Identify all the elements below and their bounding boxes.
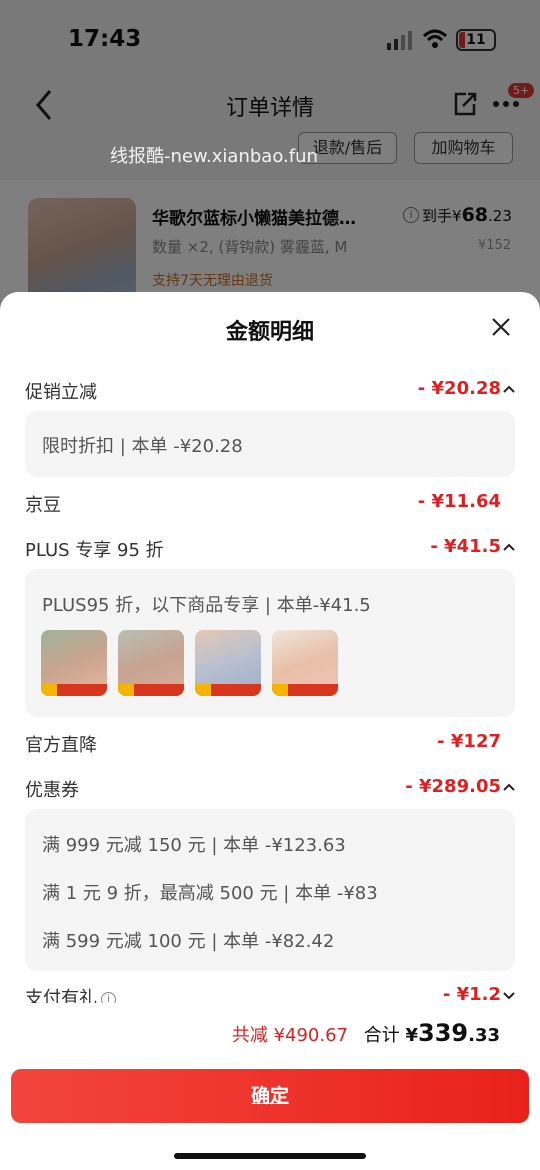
line-coupon-amount: - ¥289.05 [405,776,501,797]
line-plus-label: PLUS 专享 95 折 [25,540,164,561]
sheet-title: 金额明细 [225,320,314,345]
line-coupon-label: 优惠券 [25,780,79,801]
sum-amount: ¥339.33 [405,1019,500,1047]
coupon-detail-3: 满 599 元减 100 元 | 本单 -¥82.42 [42,931,335,952]
footer-total: 共减 ¥490.67 合计 ¥339.33 [232,1019,500,1047]
confirm-button[interactable]: 确定 [11,1069,529,1123]
coupon-detail-2: 满 1 元 9 折，最高减 500 元 | 本单 -¥83 [42,883,378,904]
chevron-up-icon[interactable] [503,542,515,552]
product-thumbnail[interactable] [272,630,338,696]
chevron-up-icon[interactable] [503,384,515,394]
promo-detail-text: 限时折扣 | 本单 -¥20.28 [42,436,243,457]
plus-detail-box: PLUS95 折，以下商品专享 | 本单-¥41.5 [25,569,515,717]
line-jingdou: 京豆 - ¥11.64 [25,489,515,519]
line-official-amount: - ¥127 [437,731,501,752]
line-jingdou-label: 京豆 [25,495,61,516]
product-thumbnail[interactable] [195,630,261,696]
line-promo[interactable]: 促销立减 - ¥20.28 [25,376,515,406]
home-indicator[interactable] [174,1153,366,1159]
coupon-detail-box: 满 999 元减 150 元 | 本单 -¥123.63 满 1 元 9 折，最… [25,809,515,971]
total-reduce: 共减 ¥490.67 [231,1025,348,1046]
chevron-up-icon[interactable] [503,782,515,792]
chevron-down-icon[interactable] [503,990,515,1000]
coupon-detail-1: 满 999 元减 150 元 | 本单 -¥123.63 [42,835,346,856]
line-coupon[interactable]: 优惠券 - ¥289.05 [25,774,515,804]
line-plus-amount: - ¥41.5 [430,536,501,557]
sheet-footer: 共减 ¥490.67 合计 ¥339.33 确定 [0,1003,540,1170]
line-plus[interactable]: PLUS 专享 95 折 - ¥41.5 [25,534,515,564]
line-official: 官方直降 - ¥127 [25,729,515,759]
sum-symbol: ¥ [405,1025,418,1046]
product-thumbnail[interactable] [118,630,184,696]
line-pay-gift-amount: - ¥1.2 [442,984,501,1005]
line-promo-amount: - ¥20.28 [417,378,501,399]
sheet-header: 金额明细 [0,292,540,362]
line-official-label: 官方直降 [25,735,97,756]
close-icon[interactable] [490,316,512,338]
product-thumbnail[interactable] [41,630,107,696]
sum-integer: 339 [418,1019,469,1047]
sum-decimal: .33 [468,1025,500,1046]
sum-label: 合计 [363,1025,400,1046]
plus-detail-text: PLUS95 折，以下商品专享 | 本单-¥41.5 [42,595,371,616]
promo-detail-box: 限时折扣 | 本单 -¥20.28 [25,411,515,477]
watermark: 线报酷-new.xianbao.fun [110,146,318,167]
line-promo-label: 促销立减 [25,382,97,403]
line-jingdou-amount: - ¥11.64 [417,491,501,512]
